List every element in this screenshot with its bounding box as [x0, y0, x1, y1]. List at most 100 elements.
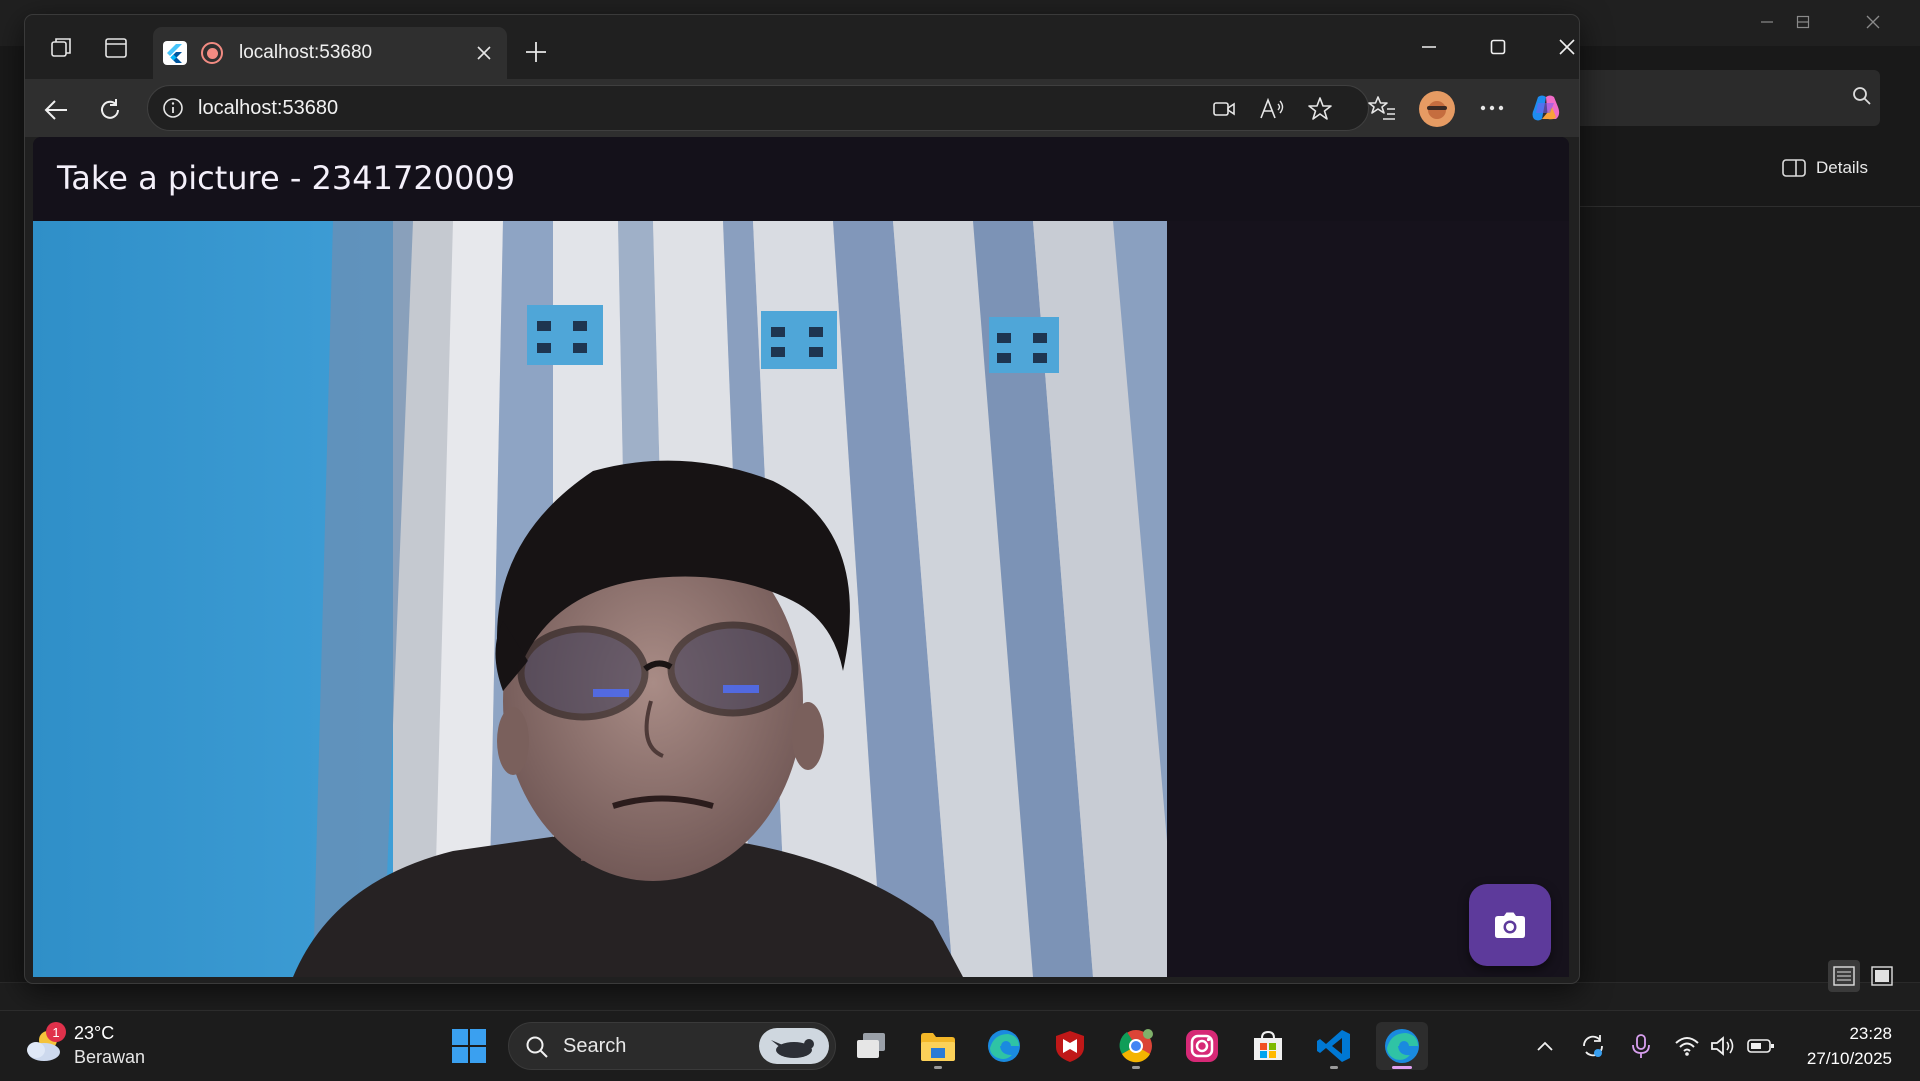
weather-widget[interactable]: 1 23°C Berawan: [24, 1021, 145, 1069]
camera-in-use-icon[interactable]: [1210, 95, 1238, 123]
weather-temperature: 23°C: [74, 1023, 115, 1043]
show-hidden-icons-button[interactable]: [1530, 1031, 1560, 1061]
camera-preview: [33, 221, 1167, 977]
mcafee-button[interactable]: [1046, 1022, 1094, 1070]
url-text: localhost:53680: [198, 97, 339, 119]
camera-icon: [1495, 912, 1525, 938]
running-indicator: [934, 1066, 942, 1069]
microsoft-store-button[interactable]: [1244, 1022, 1292, 1070]
chevron-up-icon: [1537, 1041, 1553, 1051]
task-view-button[interactable]: [848, 1022, 896, 1070]
maximize-icon: [1796, 15, 1810, 29]
favorite-star-icon[interactable]: [1306, 95, 1334, 123]
vscode-icon: [1317, 1030, 1350, 1062]
favorites-button[interactable]: [1365, 91, 1399, 125]
close-icon: [1559, 39, 1575, 55]
app-bar: Take a picture - 2341720009: [33, 137, 1569, 221]
edge-active-button[interactable]: [1376, 1022, 1428, 1070]
volume-tray-button[interactable]: [1708, 1031, 1738, 1061]
refresh-button[interactable]: [93, 93, 127, 127]
edge-button[interactable]: [980, 1022, 1028, 1070]
recording-icon: [201, 42, 223, 64]
back-button[interactable]: [39, 93, 73, 127]
wall-vent: [527, 305, 603, 365]
active-indicator: [1392, 1066, 1412, 1069]
camera-feed-image: [33, 221, 1167, 977]
chrome-button[interactable]: [1112, 1022, 1160, 1070]
tile-view-icon: [1871, 966, 1893, 986]
list-view-icon: [1833, 966, 1855, 986]
background-status-strip: [0, 982, 1920, 1011]
battery-icon: [1747, 1039, 1774, 1053]
tile-view-button[interactable]: [1866, 960, 1898, 992]
tab-actions-icon: [105, 38, 127, 58]
minimize-button[interactable]: [1399, 29, 1459, 65]
battery-tray-button[interactable]: [1746, 1031, 1776, 1061]
list-view-button[interactable]: [1828, 960, 1860, 992]
search-label: Search: [563, 1035, 627, 1057]
page-title: Take a picture - 2341720009: [57, 159, 516, 197]
ellipsis-icon: [1480, 105, 1504, 111]
file-explorer-button[interactable]: [914, 1022, 962, 1070]
maximize-button[interactable]: [1468, 29, 1528, 65]
tab-localhost[interactable]: localhost:53680: [153, 27, 507, 79]
details-pane-icon: [1782, 159, 1806, 177]
address-bar[interactable]: localhost:53680: [147, 85, 1369, 131]
browser-window: localhost:53680 localhost:53680 Take a p…: [24, 14, 1580, 984]
tab-bar: localhost:53680: [25, 15, 1579, 79]
taskbar-search[interactable]: Search: [508, 1022, 836, 1070]
search-icon: [526, 1036, 548, 1058]
wifi-tray-button[interactable]: [1672, 1031, 1702, 1061]
start-button[interactable]: [445, 1022, 493, 1070]
folder-icon: [921, 1033, 955, 1061]
background-search-field[interactable]: [1570, 70, 1880, 126]
vscode-button[interactable]: [1310, 1022, 1358, 1070]
more-options-button[interactable]: [1475, 91, 1509, 125]
microphone-tray-button[interactable]: [1626, 1031, 1656, 1061]
read-aloud-icon[interactable]: [1258, 95, 1286, 123]
arrow-left-icon: [44, 100, 67, 120]
copilot-button[interactable]: [1529, 91, 1563, 125]
wall-vent: [761, 311, 837, 369]
copilot-icon: [1532, 95, 1560, 121]
details-label: Details: [1816, 158, 1868, 177]
taskbar: 1 23°C Berawan Search 23:28 27/10/2025: [0, 1010, 1920, 1081]
workspaces-icon: [51, 38, 71, 57]
weather-description: Berawan: [74, 1047, 146, 1067]
favorites-list-icon: [1368, 96, 1395, 120]
bg-close-button[interactable]: [1838, 4, 1908, 40]
windows-logo-icon: [452, 1029, 486, 1063]
close-icon: [477, 46, 491, 60]
tab-close-button[interactable]: [469, 38, 499, 68]
refresh-icon: [101, 99, 119, 119]
search-icon[interactable]: [1852, 86, 1872, 111]
maximize-icon: [1490, 39, 1506, 55]
workspaces-button[interactable]: [47, 33, 77, 63]
details-button[interactable]: Details: [1782, 158, 1868, 178]
instagram-button[interactable]: [1178, 1022, 1226, 1070]
wall-vent: [989, 317, 1059, 373]
take-picture-button[interactable]: [1469, 884, 1551, 966]
speaker-icon: [1711, 1036, 1734, 1056]
close-window-button[interactable]: [1537, 29, 1579, 65]
profile-avatar[interactable]: [1419, 91, 1455, 127]
notification-badge: 1: [46, 1022, 66, 1042]
browser-toolbar: localhost:53680: [25, 79, 1579, 137]
running-indicator: [1132, 1066, 1140, 1069]
instagram-icon: [1186, 1030, 1218, 1062]
edge-icon: [1385, 1029, 1419, 1063]
edge-icon: [988, 1030, 1020, 1062]
bg-maximize-button[interactable]: [1768, 4, 1838, 40]
task-view-icon: [857, 1033, 885, 1058]
vertical-tabs-button[interactable]: [101, 33, 131, 63]
chrome-icon: [1119, 1029, 1153, 1063]
running-indicator: [1330, 1066, 1338, 1069]
minimize-icon: [1422, 46, 1436, 48]
clock-time: 23:28: [1849, 1024, 1892, 1043]
new-tab-button[interactable]: [521, 37, 551, 67]
clock[interactable]: 23:28 27/10/2025: [1807, 1021, 1892, 1071]
divider: [1580, 206, 1920, 207]
sync-tray-button[interactable]: [1578, 1031, 1608, 1061]
info-icon[interactable]: [162, 97, 184, 119]
web-page: Take a picture - 2341720009: [33, 137, 1569, 977]
